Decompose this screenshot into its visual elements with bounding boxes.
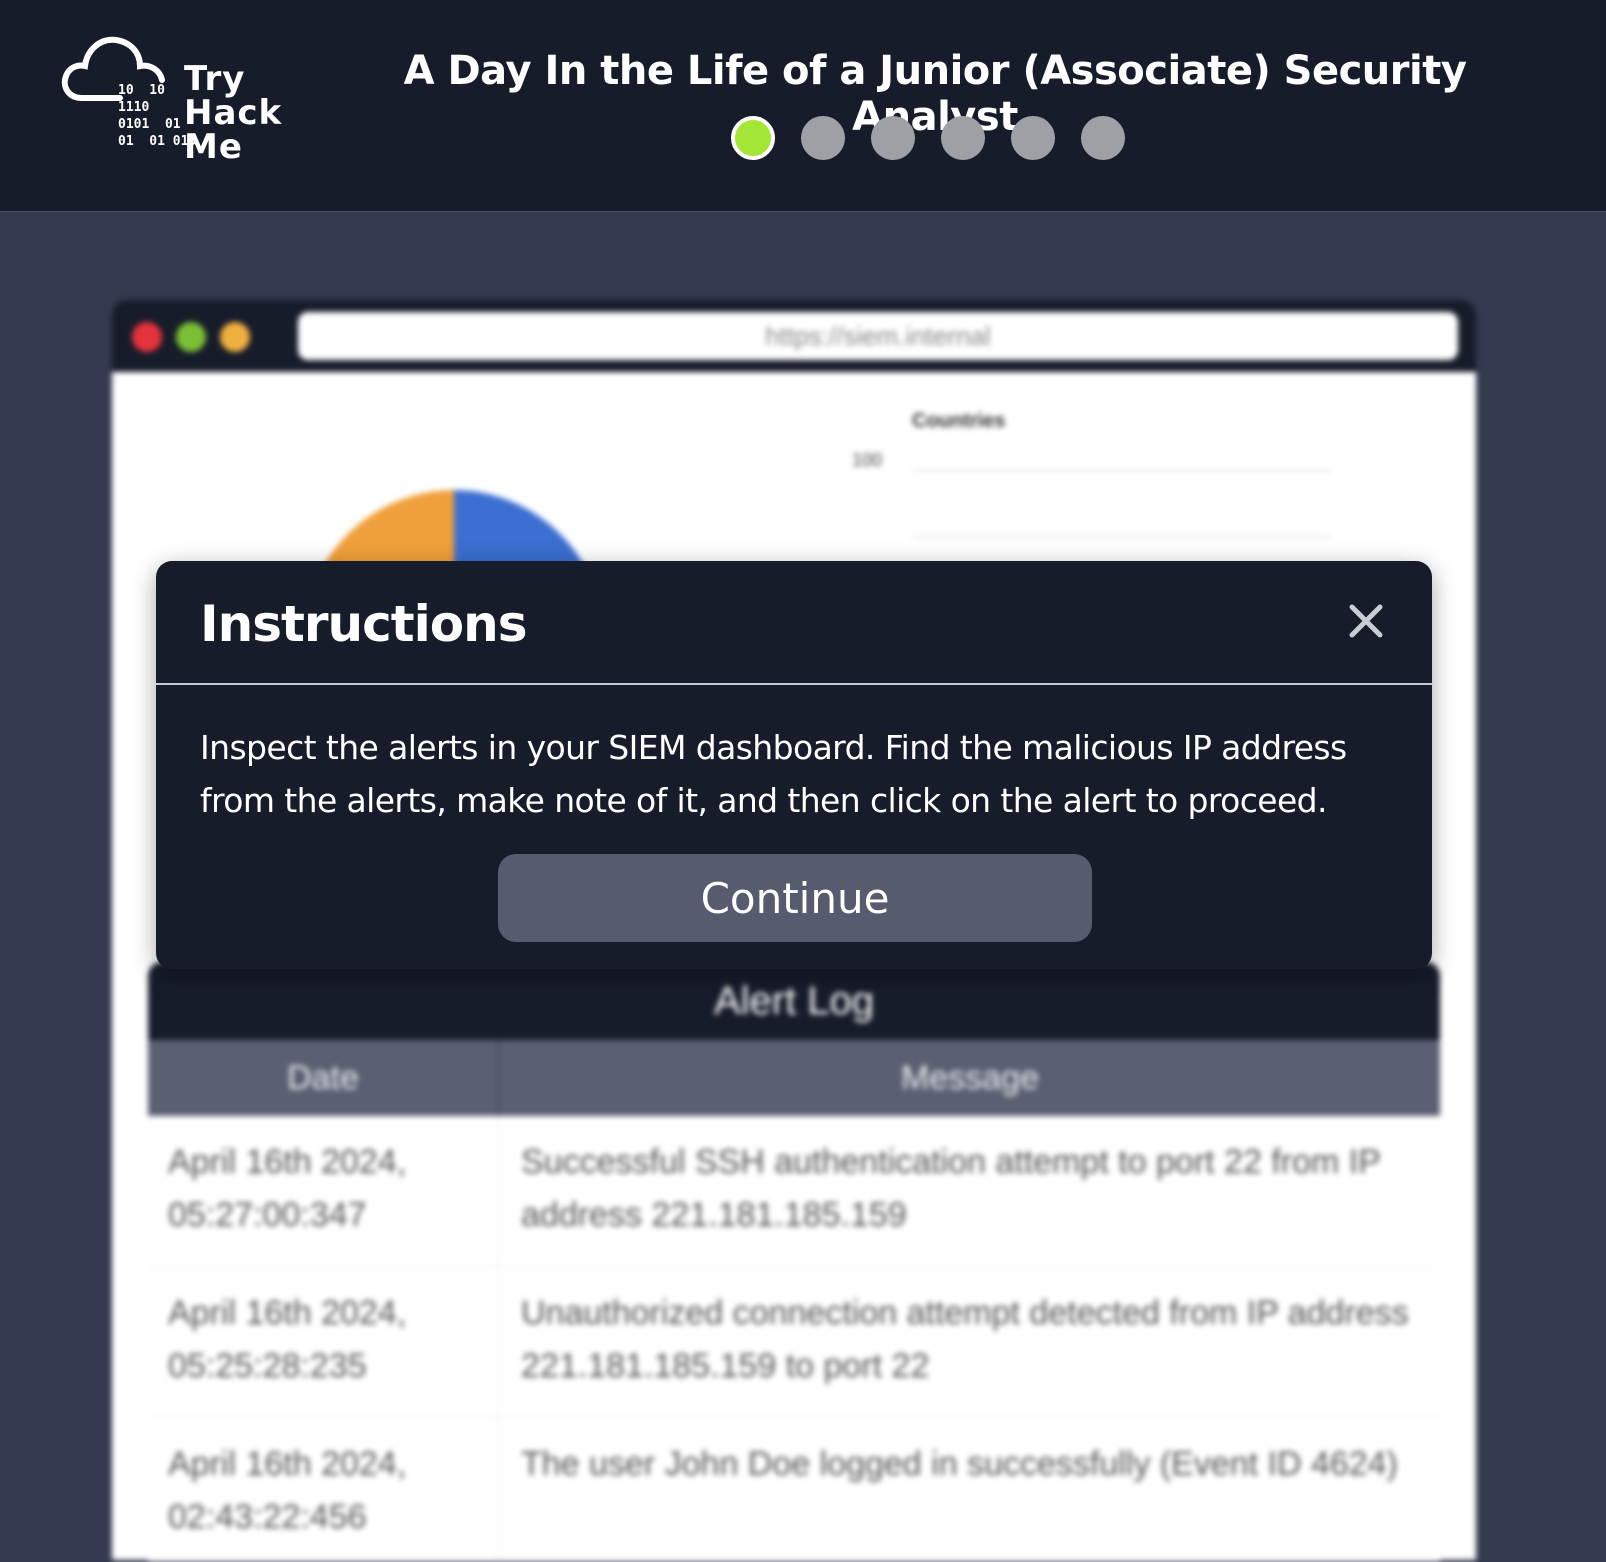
alert-row[interactable]: April 16th 2024, 02:43:22:456 The user J…: [148, 1418, 1440, 1562]
modal-instructions-text: Inspect the alerts in your SIEM dashboar…: [200, 728, 1347, 820]
window-maximize-dot: [176, 322, 206, 352]
progress-step-dot: [1011, 116, 1055, 160]
alert-date: April 16th 2024, 02:43:22:456: [148, 1418, 499, 1562]
alert-message: Unauthorized connection attempt detected…: [521, 1294, 1409, 1385]
progress-steps: [731, 116, 1125, 160]
logo-word-try: Try: [184, 59, 246, 99]
close-icon[interactable]: [1346, 601, 1386, 641]
chart-gridline: [912, 470, 1332, 471]
progress-step-dot: [871, 116, 915, 160]
progress-step-dot: [731, 116, 775, 160]
alert-row[interactable]: April 16th 2024, 05:27:00:347 Successful…: [148, 1116, 1440, 1267]
alert-log-title: Alert Log: [148, 962, 1440, 1040]
alert-log-header: Date Message: [148, 1040, 1440, 1116]
countries-chart-title: Countries: [912, 410, 1006, 432]
browser-toolbar: https://siem.internal: [112, 300, 1476, 372]
address-bar: https://siem.internal: [298, 312, 1458, 360]
window-minimize-dot: [220, 322, 250, 352]
alert-date: April 16th 2024, 05:27:00:347: [148, 1116, 499, 1266]
logo-wordmark: Try Hack Me: [184, 62, 282, 164]
logo-word-hack: Hack: [184, 93, 283, 133]
chart-gridline: [912, 536, 1332, 537]
progress-step-dot: [941, 116, 985, 160]
modal-title: Instructions: [200, 595, 528, 653]
logo-word-me: Me: [184, 127, 243, 167]
countries-y-tick: 100: [852, 450, 883, 470]
modal-header: Instructions: [156, 561, 1432, 685]
alert-date: April 16th 2024, 05:25:28:235: [148, 1267, 499, 1417]
instructions-modal: Instructions Inspect the alerts in your …: [156, 561, 1432, 969]
tryhackme-logo[interactable]: 10 10 1110 0101 01 01 01 010 Try Hack Me: [60, 34, 290, 164]
continue-button[interactable]: Continue: [498, 854, 1092, 942]
progress-step-dot: [1081, 116, 1125, 160]
column-header-date: Date: [148, 1040, 500, 1116]
alert-log-panel: Alert Log Date Message April 16th 2024, …: [148, 962, 1440, 1562]
app-header: 10 10 1110 0101 01 01 01 010 Try Hack Me…: [0, 0, 1606, 212]
progress-step-dot: [801, 116, 845, 160]
alert-message: Successful SSH authentication attempt to…: [521, 1143, 1381, 1234]
column-header-message: Message: [901, 1059, 1039, 1097]
alert-row[interactable]: April 16th 2024, 05:25:28:235 Unauthoriz…: [148, 1267, 1440, 1418]
window-close-dot: [132, 322, 162, 352]
alert-message: The user John Doe logged in successfully…: [521, 1445, 1398, 1483]
